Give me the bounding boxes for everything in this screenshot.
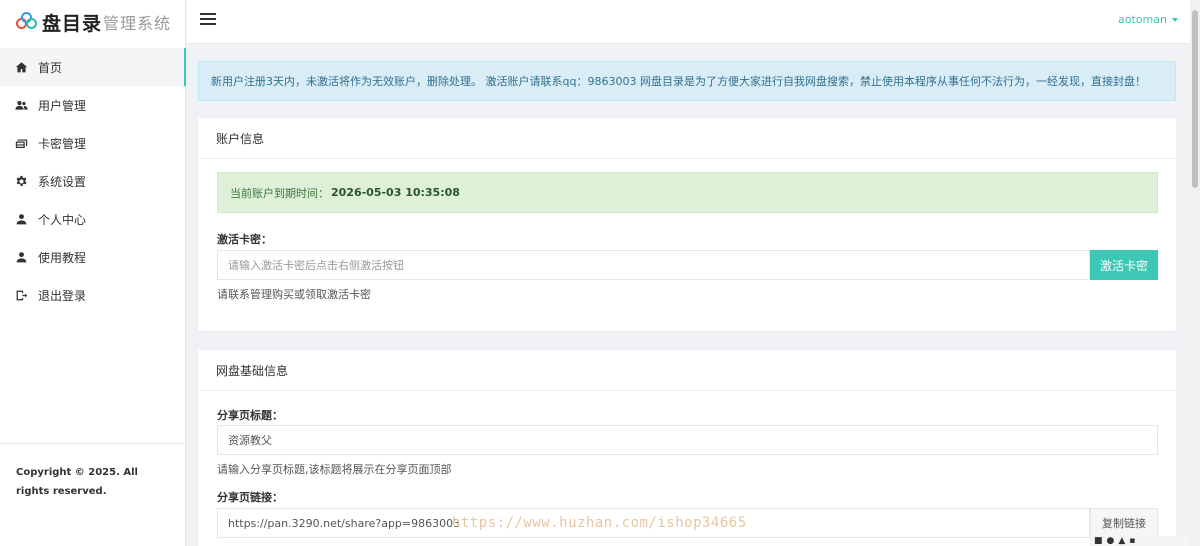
scrollbar-thumb[interactable] [1192, 10, 1198, 188]
copy-link-button[interactable]: 复制链接 [1090, 508, 1158, 538]
sidebar-item-label: 首页 [38, 60, 63, 75]
logo-subtitle: 管理系统 [103, 14, 172, 33]
sidebar-item-logout[interactable]: 退出登录 [0, 276, 185, 314]
page-scrollbar[interactable] [1190, 0, 1200, 546]
app-logo[interactable]: 盘目录 管理系统 [0, 0, 185, 44]
notice-alert: 新用户注册3天内，未激活将作为无效账户，删除处理。 激活账户请联系qq：9863… [198, 61, 1176, 101]
top-header: aotoman [187, 0, 1190, 44]
sidebar-item-home[interactable]: 首页 [0, 48, 186, 86]
logo-icon [16, 12, 38, 32]
share-title-help: 请输入分享页标题,该标题将展示在分享页面顶部 [217, 463, 452, 476]
sidebar-item-cards[interactable]: 卡密管理 [0, 124, 185, 162]
sidebar-item-label: 用户管理 [38, 98, 87, 113]
sidebar-item-tutorial[interactable]: 使用教程 [0, 238, 185, 276]
user-icon [14, 250, 28, 264]
card-title: 网盘基础信息 [198, 350, 1176, 391]
tray-icon: ▪ [1129, 536, 1136, 546]
username: aotoman [1118, 13, 1167, 26]
sidebar: 盘目录 管理系统 首页 用户管理 卡密管理 系统设置 个人中心 使用教程 退出登… [0, 0, 186, 546]
account-info-card: 账户信息 当前账户到期时间： 2026-05-03 10:35:08 激活卡密：… [198, 118, 1176, 331]
expire-value: 2026-05-03 10:35:08 [331, 186, 460, 199]
menu-toggle-icon[interactable] [200, 13, 216, 26]
share-title-input[interactable]: 资源教父 [217, 425, 1158, 455]
users-icon [14, 98, 28, 112]
tray-icon: ▲ [1118, 536, 1126, 546]
user-dropdown[interactable]: aotoman [1118, 13, 1178, 26]
activate-help: 请联系管理购买或领取激活卡密 [217, 288, 371, 301]
activate-code-input[interactable]: 请输入激活卡密后点击右侧激活按钮 [217, 250, 1090, 280]
chevron-down-icon [1172, 17, 1178, 22]
tray-icon: ■ [1094, 536, 1103, 546]
sidebar-item-users[interactable]: 用户管理 [0, 86, 185, 124]
share-title-label: 分享页标题： [217, 409, 283, 422]
card-icon [14, 136, 28, 150]
home-icon [14, 60, 28, 74]
logo-title: 盘目录 [42, 12, 103, 35]
activate-button[interactable]: 激活卡密 [1090, 250, 1158, 280]
notice-text: 新用户注册3天内，未激活将作为无效账户，删除处理。 激活账户请联系qq：9863… [211, 75, 1146, 88]
sidebar-nav: 首页 用户管理 卡密管理 系统设置 个人中心 使用教程 退出登录 [0, 48, 186, 314]
sidebar-divider [0, 443, 186, 444]
user-icon [14, 212, 28, 226]
watermark-text: https://www.huzhan.com/ishop34665 [452, 515, 747, 531]
copyright-text: Copyright © 2025. All rights reserved. [16, 467, 138, 497]
expire-alert: 当前账户到期时间： 2026-05-03 10:35:08 [217, 172, 1158, 213]
sidebar-item-label: 退出登录 [38, 288, 87, 303]
card-title: 账户信息 [198, 118, 1176, 159]
system-tray: ■ ● ▲ ▪ [1090, 536, 1190, 546]
sidebar-item-label: 个人中心 [38, 212, 87, 227]
sidebar-item-label: 系统设置 [38, 174, 87, 189]
sidebar-item-settings[interactable]: 系统设置 [0, 162, 185, 200]
tray-icon: ● [1106, 536, 1115, 546]
logout-icon [14, 288, 28, 302]
expire-label: 当前账户到期时间： [230, 186, 329, 200]
activate-label: 激活卡密： [217, 233, 272, 246]
share-link-label: 分享页链接： [217, 491, 283, 504]
gear-icon [14, 174, 28, 188]
sidebar-item-label: 卡密管理 [38, 136, 87, 151]
sidebar-item-profile[interactable]: 个人中心 [0, 200, 185, 238]
sidebar-item-label: 使用教程 [38, 250, 87, 265]
